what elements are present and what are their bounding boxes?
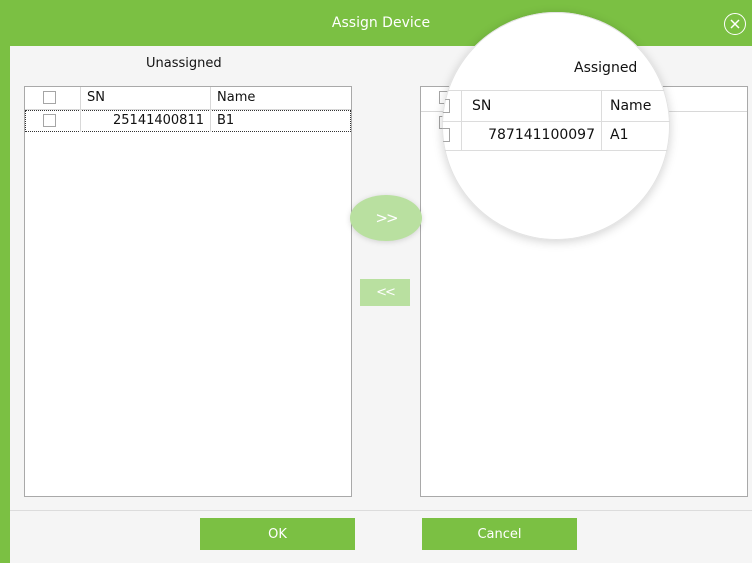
ok-button[interactable]: OK	[200, 518, 355, 550]
name-cell: B1	[217, 113, 235, 128]
select-all-unassigned-checkbox[interactable]	[43, 91, 56, 104]
column-header-sn[interactable]: SN	[81, 87, 211, 109]
table-row[interactable]: 787141100097 A1	[442, 120, 670, 151]
column-header-name[interactable]: Name	[211, 87, 255, 109]
assign-device-dialog: Assign Device Unassigned SN Name 2514140…	[0, 0, 752, 563]
select-all-checkbox[interactable]	[442, 99, 450, 113]
row-checkbox[interactable]	[43, 114, 56, 127]
unassign-selected-label: <<	[376, 285, 396, 300]
sn-cell: 787141100097	[462, 120, 602, 150]
header-checkbox-cell	[442, 91, 462, 121]
assign-selected-label: >>	[375, 209, 398, 227]
table-row[interactable]: 25141400811 B1	[25, 110, 351, 132]
close-button[interactable]	[724, 13, 746, 35]
footer-divider	[10, 510, 752, 511]
row-checkbox[interactable]	[442, 128, 450, 142]
column-header-sn[interactable]: SN	[462, 91, 602, 121]
unassigned-list: SN Name 25141400811 B1	[24, 86, 352, 497]
title-bar: Assign Device	[10, 0, 752, 46]
unassigned-header-row: SN Name	[25, 87, 351, 110]
row-checkbox-cell	[25, 110, 81, 132]
close-icon	[730, 19, 740, 29]
cancel-button[interactable]: Cancel	[422, 518, 577, 550]
column-header-name[interactable]: Name	[602, 91, 651, 121]
magnifier-lens: Assigned SN Name 787141100097 A1	[442, 12, 670, 240]
assign-selected-button[interactable]: >>	[350, 195, 422, 241]
unassigned-title: Unassigned	[146, 56, 222, 71]
row-checkbox-cell	[442, 120, 462, 150]
assigned-title: Assigned	[574, 60, 638, 76]
dialog-title: Assign Device	[331, 15, 431, 31]
name-cell: A1	[610, 127, 629, 143]
sn-cell: 25141400811	[81, 110, 211, 132]
unassign-selected-button[interactable]: <<	[360, 279, 410, 306]
assigned-header-row-zoomed: SN Name	[442, 90, 670, 122]
header-checkbox-cell	[25, 87, 81, 109]
dialog-left-edge	[0, 0, 10, 563]
